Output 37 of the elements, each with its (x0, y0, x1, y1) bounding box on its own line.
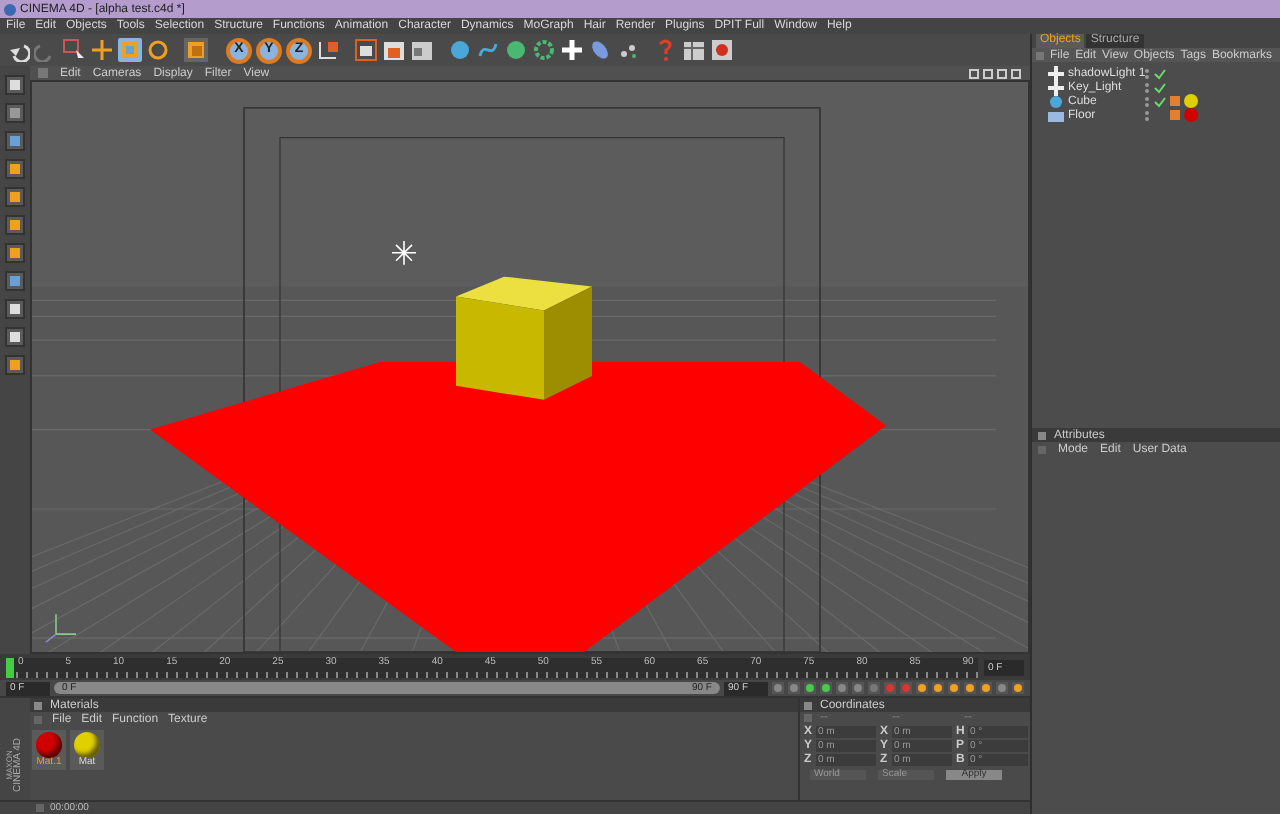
playback-control-icon[interactable] (820, 682, 832, 694)
panel-grip-icon (38, 68, 48, 78)
record-icon[interactable] (710, 38, 734, 62)
zoom-view-icon[interactable] (982, 67, 994, 79)
rotate-circle-icon (146, 38, 170, 62)
playback-control-icon[interactable] (804, 682, 816, 694)
playback-control-icon[interactable] (836, 682, 848, 694)
move-view-icon[interactable] (968, 67, 980, 79)
playback-control-icon[interactable] (980, 682, 992, 694)
playhead[interactable] (6, 657, 14, 677)
scale-squares-icon (118, 38, 142, 62)
playback-control-icon[interactable] (916, 682, 928, 694)
square-icon (184, 38, 208, 62)
tool-button[interactable] (146, 38, 170, 62)
playback-control-icon[interactable] (996, 682, 1008, 694)
selection-arrow-icon (62, 38, 86, 62)
tool-button[interactable] (62, 38, 86, 62)
material-tag[interactable] (1184, 94, 1198, 108)
spline-icon[interactable] (476, 38, 500, 62)
maximize-icon[interactable] (1010, 67, 1022, 79)
playback-control-icon[interactable] (932, 682, 944, 694)
table-icon[interactable] (682, 38, 706, 62)
move-crosshair-icon (90, 38, 114, 62)
tool-button[interactable] (90, 38, 114, 62)
playback-control-icon[interactable] (772, 682, 784, 694)
playback-control-icon[interactable] (1012, 682, 1024, 694)
playback-control-icon[interactable] (788, 682, 800, 694)
light-star-icon (391, 240, 417, 266)
playback-control-icon[interactable] (964, 682, 976, 694)
panel-grip-icon (36, 804, 44, 812)
axis-gizmo-icon (45, 613, 77, 643)
playback-control-icon[interactable] (948, 682, 960, 694)
cube-object (456, 276, 592, 400)
playback-control-icon[interactable] (852, 682, 864, 694)
rotate-view-icon[interactable] (996, 67, 1008, 79)
app-icon (4, 3, 16, 15)
coordinate-system-icon[interactable] (316, 38, 340, 62)
